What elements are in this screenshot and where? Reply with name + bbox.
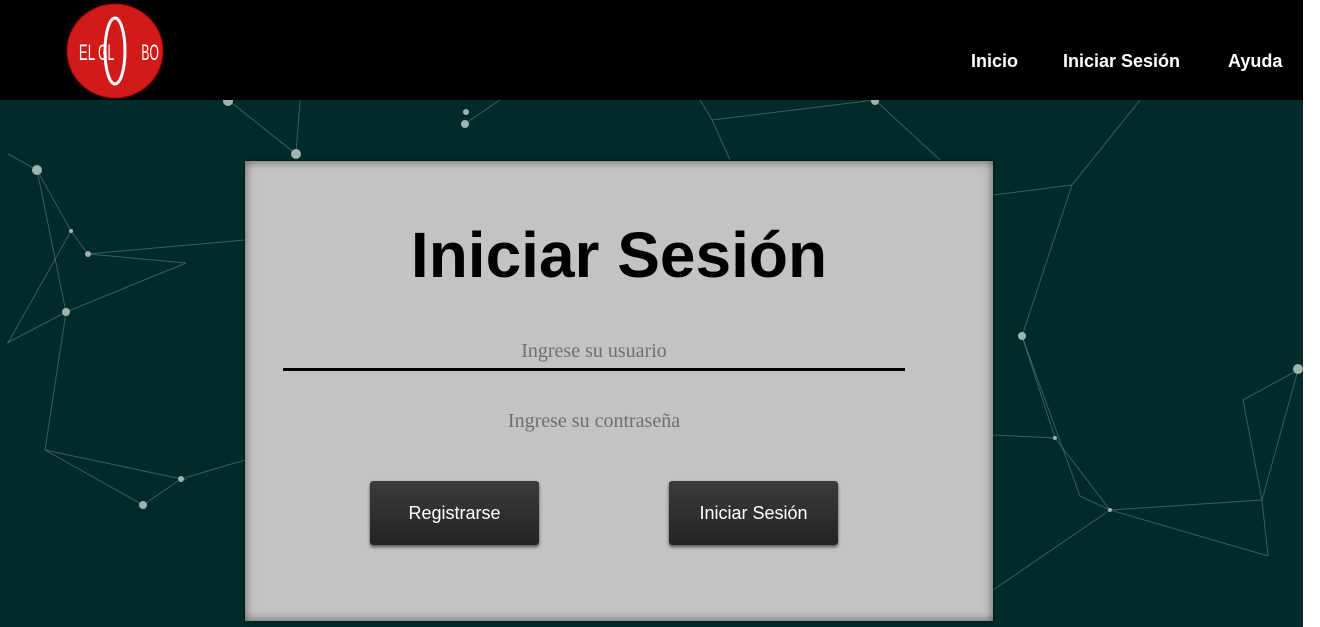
nav-ayuda[interactable]: Ayuda <box>1228 51 1282 72</box>
svg-text:BO: BO <box>141 40 158 65</box>
page: EL GL BO Inicio Iniciar Sesión Ayuda Ini… <box>0 0 1303 627</box>
login-card: Iniciar Sesión Registrarse Iniciar Sesió… <box>245 161 993 621</box>
password-input[interactable] <box>283 404 905 438</box>
globe-logo-icon: EL GL BO <box>66 3 164 99</box>
navbar: EL GL BO Inicio Iniciar Sesión Ayuda <box>0 0 1303 100</box>
nav-iniciar-sesion[interactable]: Iniciar Sesión <box>1063 51 1180 72</box>
username-input[interactable] <box>283 334 905 371</box>
login-title: Iniciar Sesión <box>410 219 828 291</box>
svg-text:GL: GL <box>98 40 114 65</box>
login-button[interactable]: Iniciar Sesión <box>669 481 838 545</box>
svg-text:EL: EL <box>79 41 95 65</box>
brand-logo[interactable]: EL GL BO <box>66 3 164 99</box>
nav-inicio[interactable]: Inicio <box>971 51 1018 72</box>
register-button[interactable]: Registrarse <box>370 481 539 545</box>
